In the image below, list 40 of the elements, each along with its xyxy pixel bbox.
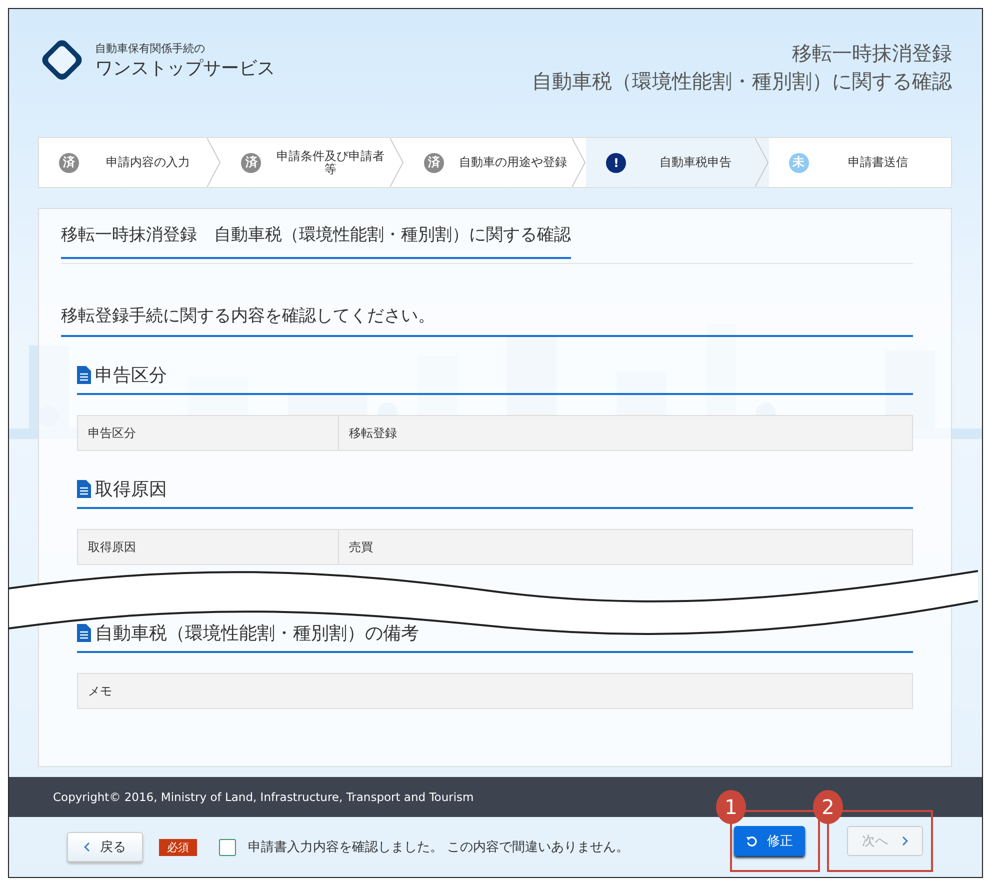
copyright-text: Copyright© 2016, Ministry of Land, Infrastructure, Transport and Tourism xyxy=(53,790,474,804)
progress-step: 済 申請内容の入力 xyxy=(39,138,222,187)
step-status-badge: ! xyxy=(606,152,626,172)
field-label: メモ xyxy=(87,682,113,700)
section-heading: 自動車税（環境性能割・種別割）の備考 xyxy=(95,622,419,645)
chevron-right-icon xyxy=(902,836,908,846)
step-separator xyxy=(572,138,586,187)
service-name: ワンストップサービス xyxy=(95,56,275,80)
progress-step: ! 自動車税申告 xyxy=(586,138,769,187)
document-icon xyxy=(77,624,91,642)
service-caption: 自動車保有関係手続の xyxy=(95,40,206,56)
step-separator xyxy=(390,138,404,187)
confirm-label: 申請書入力内容を確認しました。 この内容で間違いありません。 xyxy=(248,839,630,856)
field-label: 取得原因 xyxy=(78,530,339,564)
step-status-badge: 未 xyxy=(788,152,809,172)
field-value: 売買 xyxy=(348,538,374,556)
progress-step: 未 申請書送信 xyxy=(768,138,952,187)
undo-icon xyxy=(746,836,757,846)
step-status-badge: 済 xyxy=(424,152,444,172)
required-badge: 必須 xyxy=(159,838,197,856)
page-title: 自動車税（環境性能割・種別割）に関する確認 xyxy=(532,68,952,95)
page-title: 移転一時抹消登録 xyxy=(792,40,952,67)
step-separator xyxy=(207,138,222,187)
step-separator xyxy=(754,138,769,187)
confirm-checkbox[interactable] xyxy=(219,838,236,856)
progress-step: 済 申請条件及び申請者等 xyxy=(221,138,404,187)
progress-step: 済 自動車の用途や登録 xyxy=(404,138,586,187)
instruction-text: 移転登録手続に関する内容を確認してください。 xyxy=(61,304,913,337)
field-value: 移転登録 xyxy=(348,424,398,442)
field-label: 申告区分 xyxy=(78,416,339,450)
step-status-badge: 済 xyxy=(241,152,262,172)
document-icon xyxy=(77,480,91,498)
back-button[interactable]: 戻る xyxy=(67,832,143,862)
section-heading: 取得原因 xyxy=(95,478,167,501)
edit-button[interactable]: 修正 xyxy=(734,826,805,856)
chevron-left-icon xyxy=(84,842,90,852)
document-icon xyxy=(77,366,91,384)
section-heading: 申告区分 xyxy=(95,364,167,387)
card-title: 移転一時抹消登録 自動車税（環境性能割・種別割）に関する確認 xyxy=(61,223,571,259)
step-status-badge: 済 xyxy=(59,152,79,172)
